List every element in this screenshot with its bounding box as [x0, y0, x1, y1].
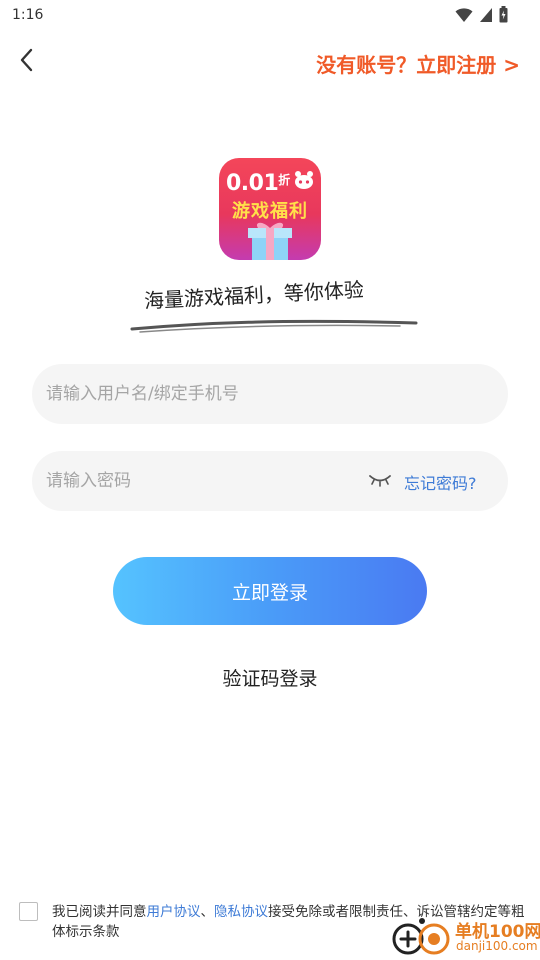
forgot-password-link[interactable]: 忘记密码? — [404, 470, 477, 494]
agreement-prefix: 我已阅读并同意 — [52, 904, 147, 920]
register-link[interactable]: 没有账号？立即注册 > — [316, 49, 520, 78]
status-time: 1:16 — [12, 7, 44, 23]
back-icon[interactable] — [14, 46, 42, 74]
agreement-checkbox[interactable] — [19, 902, 38, 921]
app-logo: 0.01折 游戏福利 — [219, 158, 321, 260]
privacy-agreement-link[interactable]: 隐私协议 — [214, 904, 268, 920]
status-bar: 1:16 — [0, 0, 540, 32]
watermark: 单机100网 danji100.com — [392, 915, 540, 960]
login-button[interactable]: 立即登录 — [113, 557, 427, 625]
password-input[interactable] — [32, 451, 352, 511]
user-agreement-link[interactable]: 用户协议 — [147, 904, 201, 920]
password-field: 忘记密码? — [32, 451, 508, 511]
gift-box-icon — [248, 222, 292, 260]
logo-mascot-icon — [295, 171, 313, 189]
agreement-separator: 、 — [200, 904, 215, 920]
logo-discount-suffix: 折 — [278, 173, 290, 187]
watermark-logo-icon — [392, 918, 450, 955]
slogan: 海量游戏福利，等你体验 — [130, 278, 420, 341]
username-input[interactable] — [32, 364, 492, 424]
status-icons — [455, 6, 508, 23]
logo-discount-value: 0.01 — [226, 171, 279, 196]
login-screen: 1:16 没有账号？立即注册 > 0.01折 游戏福利 海量游戏福利，等你体验 … — [0, 0, 540, 960]
signal-icon — [480, 7, 492, 22]
watermark-domain: danji100.com — [456, 939, 538, 953]
eye-closed-icon[interactable] — [368, 471, 392, 487]
username-field — [32, 364, 508, 424]
battery-icon — [499, 6, 508, 23]
sms-login-link[interactable]: 验证码登录 — [0, 664, 540, 691]
wifi-icon — [455, 7, 473, 22]
